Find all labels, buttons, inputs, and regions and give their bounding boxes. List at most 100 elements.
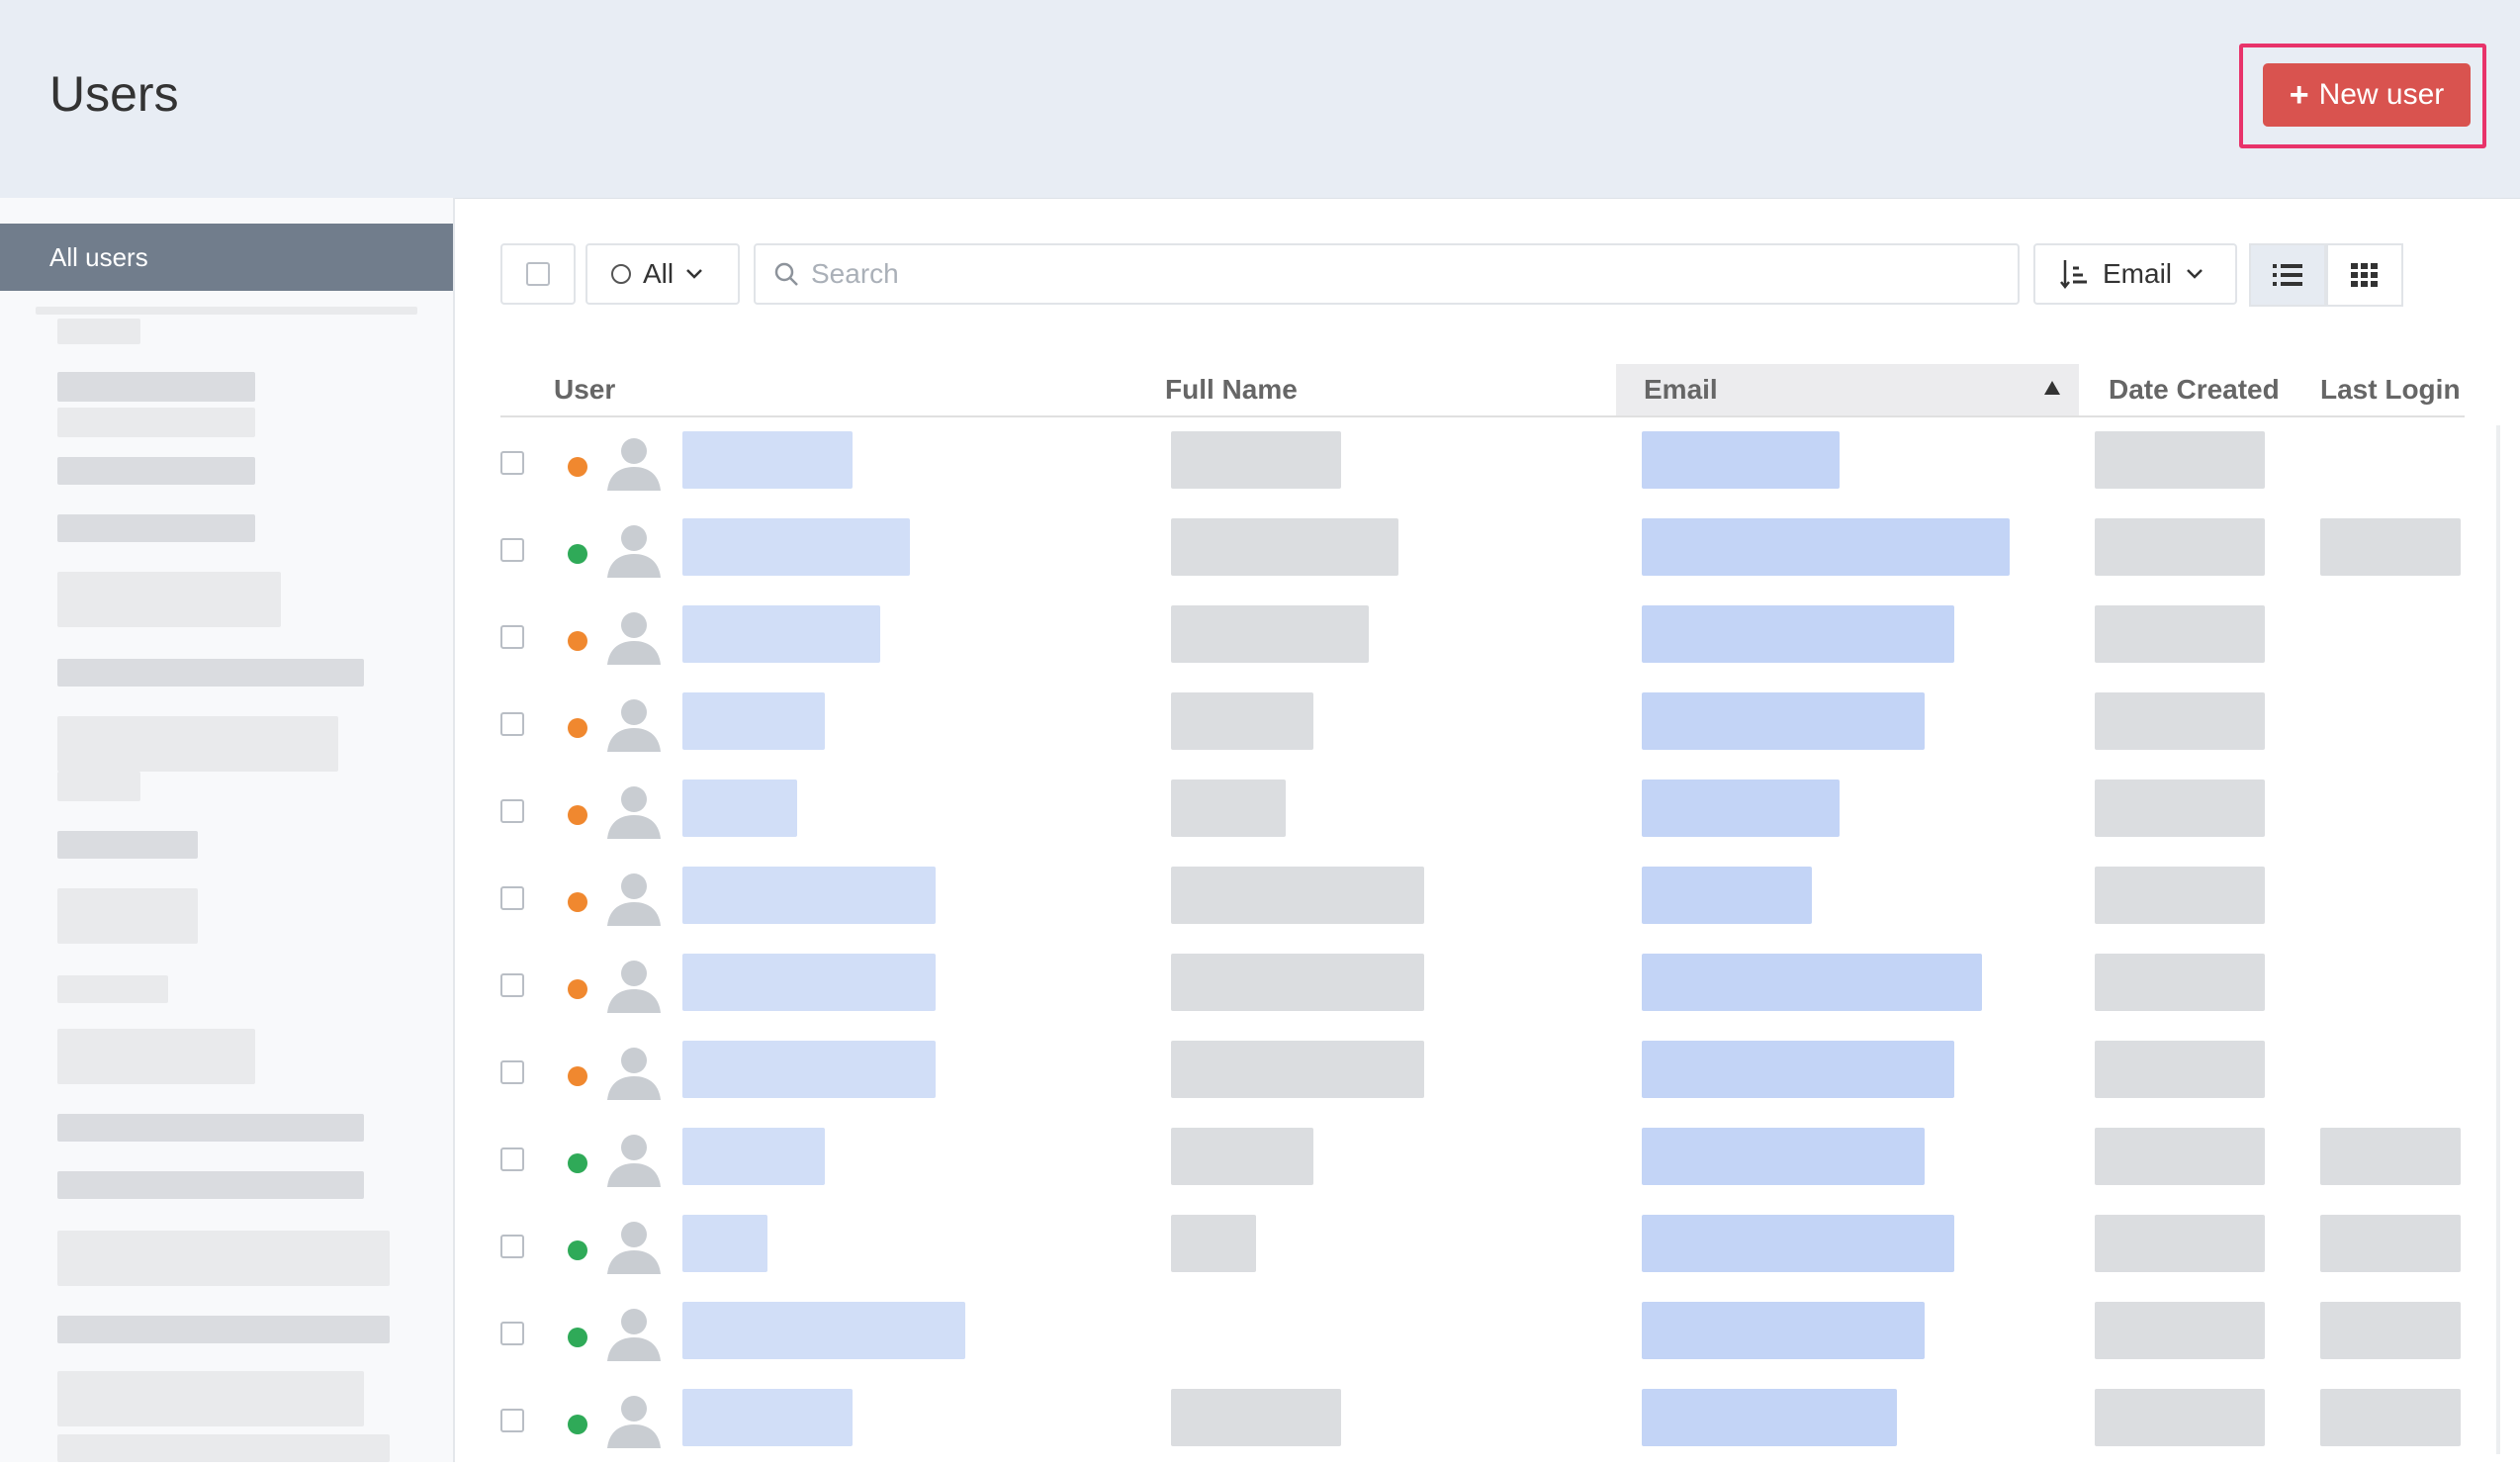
row-checkbox[interactable] bbox=[500, 973, 524, 997]
column-header-last-login[interactable]: Last Login bbox=[2320, 374, 2461, 406]
email-link[interactable] bbox=[1642, 780, 1840, 837]
user-link[interactable] bbox=[682, 1215, 767, 1272]
table-row[interactable] bbox=[500, 597, 2465, 685]
full-name-cell bbox=[1171, 1389, 1341, 1446]
last-login-cell bbox=[2320, 1128, 2461, 1185]
row-checkbox[interactable] bbox=[500, 799, 524, 823]
user-link[interactable] bbox=[682, 518, 910, 576]
full-name-cell bbox=[1171, 692, 1313, 750]
sort-dropdown[interactable]: Email bbox=[2033, 243, 2237, 305]
email-link[interactable] bbox=[1642, 1389, 1897, 1446]
sort-ascending-icon bbox=[2044, 381, 2060, 395]
status-indicator bbox=[568, 805, 587, 825]
column-header-full-name[interactable]: Full Name bbox=[1165, 374, 1298, 406]
row-checkbox[interactable] bbox=[500, 712, 524, 736]
page-header: Users + New user bbox=[0, 0, 2520, 199]
user-avatar-icon bbox=[607, 1309, 661, 1361]
status-indicator bbox=[568, 892, 587, 912]
select-all-checkbox[interactable] bbox=[526, 262, 550, 286]
table-row[interactable] bbox=[500, 685, 2465, 772]
table-row[interactable] bbox=[500, 1033, 2465, 1120]
user-link[interactable] bbox=[682, 1389, 853, 1446]
user-link[interactable] bbox=[682, 780, 797, 837]
email-link[interactable] bbox=[1642, 605, 1954, 663]
email-link[interactable] bbox=[1642, 867, 1812, 924]
sidebar-item-all-users[interactable]: All users bbox=[0, 224, 453, 291]
date-created-cell bbox=[2095, 1389, 2265, 1446]
email-link[interactable] bbox=[1642, 1302, 1925, 1359]
plus-icon: + bbox=[2289, 76, 2309, 114]
row-checkbox[interactable] bbox=[500, 1147, 524, 1171]
date-created-cell bbox=[2095, 1215, 2265, 1272]
list-view-button[interactable] bbox=[2249, 243, 2326, 307]
select-all-box[interactable] bbox=[500, 243, 576, 305]
last-login-cell bbox=[2320, 518, 2461, 576]
user-link[interactable] bbox=[682, 867, 936, 924]
row-checkbox[interactable] bbox=[500, 1060, 524, 1084]
full-name-cell bbox=[1171, 605, 1369, 663]
header-divider bbox=[500, 415, 2465, 417]
user-link[interactable] bbox=[682, 605, 880, 663]
user-link[interactable] bbox=[682, 1041, 936, 1098]
scrollbar[interactable] bbox=[2496, 425, 2500, 1454]
grid-view-button[interactable] bbox=[2326, 243, 2403, 307]
user-link[interactable] bbox=[682, 1302, 965, 1359]
status-indicator bbox=[568, 718, 587, 738]
column-header-email[interactable]: Email bbox=[1644, 374, 1718, 406]
table-row[interactable] bbox=[500, 1207, 2465, 1294]
email-link[interactable] bbox=[1642, 954, 1982, 1011]
email-link[interactable] bbox=[1642, 1128, 1925, 1185]
date-created-cell bbox=[2095, 867, 2265, 924]
email-link[interactable] bbox=[1642, 518, 2010, 576]
row-checkbox[interactable] bbox=[500, 625, 524, 649]
user-avatar-icon bbox=[607, 1135, 661, 1187]
user-link[interactable] bbox=[682, 431, 853, 489]
table-row[interactable] bbox=[500, 946, 2465, 1033]
user-avatar-icon bbox=[607, 699, 661, 752]
sidebar: All users bbox=[0, 198, 455, 1462]
table-row[interactable] bbox=[500, 1294, 2465, 1381]
row-checkbox[interactable] bbox=[500, 451, 524, 475]
full-name-cell bbox=[1171, 518, 1398, 576]
column-header-date-created[interactable]: Date Created bbox=[2109, 374, 2280, 406]
new-user-button[interactable]: + New user bbox=[2263, 63, 2471, 127]
date-created-cell bbox=[2095, 431, 2265, 489]
user-link[interactable] bbox=[682, 692, 825, 750]
sidebar-item-label: All users bbox=[49, 241, 148, 272]
email-link[interactable] bbox=[1642, 431, 1840, 489]
full-name-cell bbox=[1171, 1128, 1313, 1185]
date-created-cell bbox=[2095, 780, 2265, 837]
table-row[interactable] bbox=[500, 859, 2465, 946]
user-link[interactable] bbox=[682, 1128, 825, 1185]
status-indicator bbox=[568, 979, 587, 999]
table-row[interactable] bbox=[500, 1381, 2465, 1468]
table-row[interactable] bbox=[500, 510, 2465, 597]
status-filter-label: All bbox=[643, 258, 675, 289]
user-avatar-icon bbox=[607, 873, 661, 926]
status-filter-dropdown[interactable]: All bbox=[585, 243, 740, 305]
user-avatar-icon bbox=[607, 1048, 661, 1100]
page-title: Users bbox=[49, 66, 179, 122]
email-link[interactable] bbox=[1642, 1041, 1954, 1098]
search-input[interactable]: Search bbox=[754, 243, 2020, 305]
row-checkbox[interactable] bbox=[500, 1235, 524, 1258]
status-indicator bbox=[568, 631, 587, 651]
status-indicator bbox=[568, 1240, 587, 1260]
row-checkbox[interactable] bbox=[500, 886, 524, 910]
sort-label: Email bbox=[2103, 258, 2173, 289]
user-link[interactable] bbox=[682, 954, 936, 1011]
table-row[interactable] bbox=[500, 772, 2465, 859]
email-link[interactable] bbox=[1642, 692, 1925, 750]
status-indicator bbox=[568, 544, 587, 564]
row-checkbox[interactable] bbox=[500, 1409, 524, 1432]
table-row[interactable] bbox=[500, 423, 2465, 510]
full-name-cell bbox=[1171, 780, 1286, 837]
email-link[interactable] bbox=[1642, 1215, 1954, 1272]
table-row[interactable] bbox=[500, 1120, 2465, 1207]
row-checkbox[interactable] bbox=[500, 1322, 524, 1345]
last-login-cell bbox=[2320, 1389, 2461, 1446]
search-icon bbox=[774, 262, 798, 286]
column-header-user[interactable]: User bbox=[554, 374, 615, 406]
user-avatar-icon bbox=[607, 612, 661, 665]
row-checkbox[interactable] bbox=[500, 538, 524, 562]
